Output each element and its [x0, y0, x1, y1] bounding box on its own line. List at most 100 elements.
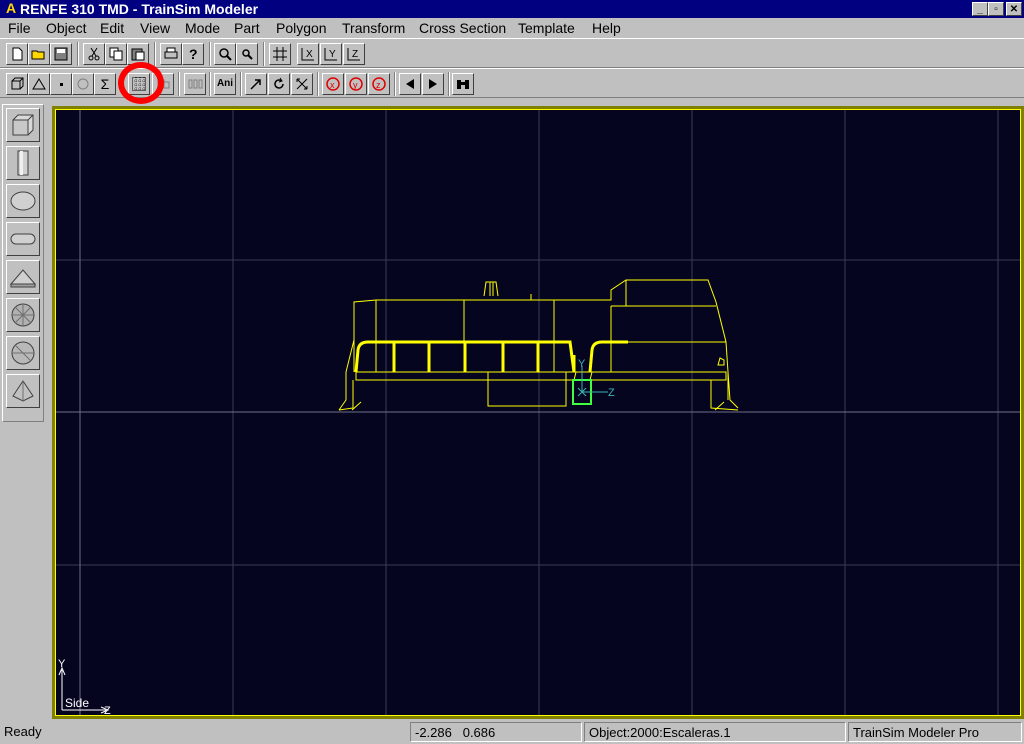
rotate-button[interactable] — [268, 73, 290, 95]
delete-y-icon: y — [349, 77, 363, 91]
binoculars-icon — [457, 80, 469, 89]
open-folder-icon — [31, 50, 45, 60]
scale-icon — [296, 78, 308, 90]
copy-button[interactable] — [105, 43, 127, 65]
wedge-primitive-icon — [9, 269, 37, 288]
hemisphere-primitive-button[interactable] — [6, 336, 40, 370]
menu-mode[interactable]: Mode — [185, 18, 220, 38]
box-primitive-button[interactable] — [6, 108, 40, 142]
toolbar-separator — [448, 72, 450, 96]
delete-x-button[interactable]: x — [322, 73, 344, 95]
save-button[interactable] — [50, 43, 72, 65]
viewport-canvas[interactable]: Y Z Y Z Side — [56, 110, 1020, 715]
svg-text:?: ? — [189, 46, 198, 62]
handrails — [354, 340, 628, 373]
y-axis-button[interactable]: Y — [320, 43, 342, 65]
gizmo-z-label: Z — [608, 387, 615, 399]
delete-y-button[interactable]: y — [345, 73, 367, 95]
zoom-in-button[interactable] — [214, 43, 236, 65]
cone-primitive-button[interactable] — [6, 374, 40, 408]
z-axis-button[interactable]: Z — [343, 43, 365, 65]
menu-help[interactable]: Help — [592, 18, 621, 38]
x-axis-icon: X — [301, 48, 314, 61]
menu-polygon[interactable]: Polygon — [276, 18, 327, 38]
group-button[interactable] — [152, 73, 174, 95]
mode-toolbar: Σ Ani x y z — [0, 68, 1024, 98]
copy-icon — [109, 47, 123, 61]
open-file-button[interactable] — [28, 43, 50, 65]
help-button[interactable]: ? — [182, 43, 204, 65]
menu-view[interactable]: View — [140, 18, 170, 38]
capsule-primitive-icon — [10, 233, 36, 245]
svg-text:Z: Z — [352, 49, 358, 60]
menu-file[interactable]: File — [8, 18, 31, 38]
select-polygon-button[interactable] — [28, 73, 50, 95]
paste-icon — [131, 48, 145, 61]
svg-text:X: X — [306, 49, 313, 60]
menu-object[interactable]: Object — [46, 18, 86, 38]
x-axis-button[interactable]: X — [297, 43, 319, 65]
paste-button[interactable] — [127, 43, 149, 65]
zoom-out-button[interactable] — [236, 43, 258, 65]
capsule-primitive-button[interactable] — [6, 222, 40, 256]
status-coordinates: -2.286 0.686 — [410, 722, 582, 742]
minimize-button[interactable]: _ — [972, 2, 988, 16]
new-file-button[interactable] — [6, 43, 28, 65]
svg-text:z: z — [376, 80, 381, 90]
animation-button[interactable]: Ani — [214, 73, 236, 95]
origin-axes — [56, 110, 1020, 715]
menu-edit[interactable]: Edit — [100, 18, 124, 38]
sigma-button[interactable]: Σ — [94, 73, 116, 95]
side-viewport[interactable]: Y Z Y Z Side — [55, 109, 1021, 716]
next-button[interactable] — [422, 73, 444, 95]
window-title: RENFE 310 TMD - TrainSim Modeler — [20, 1, 259, 17]
move-button[interactable] — [245, 73, 267, 95]
z-axis-icon: Z — [347, 48, 360, 61]
close-button[interactable]: ✕ — [1006, 2, 1022, 16]
vertex-dot-icon — [60, 83, 63, 86]
grid-button[interactable] — [269, 43, 291, 65]
cylinder-tall-primitive-button[interactable] — [6, 146, 40, 180]
select-vertex-button[interactable] — [50, 73, 72, 95]
svg-text:Y: Y — [329, 49, 336, 60]
box-select-button[interactable] — [128, 73, 150, 95]
svg-text:x: x — [330, 80, 335, 90]
zoom-in-icon — [219, 48, 232, 61]
scissors-icon — [88, 47, 100, 61]
select-object-button[interactable] — [6, 73, 28, 95]
toolbar-separator — [209, 72, 211, 96]
menu-template[interactable]: Template — [518, 18, 575, 38]
wedge-primitive-button[interactable] — [6, 260, 40, 294]
geosphere-primitive-button[interactable] — [6, 298, 40, 332]
hemisphere-primitive-icon — [11, 341, 35, 365]
menu-transform[interactable]: Transform — [342, 18, 405, 38]
find-button[interactable] — [452, 73, 474, 95]
scale-button[interactable] — [291, 73, 313, 95]
ellipse-primitive-icon — [10, 191, 36, 211]
toolbar-separator — [178, 72, 180, 96]
rotate-icon — [274, 77, 284, 89]
maximize-button[interactable]: ▫ — [988, 2, 1004, 16]
menu-bar: File Object Edit View Mode Part Polygon … — [0, 18, 1024, 38]
app-icon: A — [5, 0, 17, 16]
sphere-primitive-button[interactable] — [6, 184, 40, 218]
status-bar: Ready -2.286 0.686 Object:2000:Escaleras… — [0, 721, 1024, 744]
primitive-palette — [2, 104, 44, 422]
move-arrow-icon — [250, 79, 261, 90]
dotted-grid-icon — [132, 77, 146, 91]
previous-button[interactable] — [399, 73, 421, 95]
menu-cross-section[interactable]: Cross Section — [419, 18, 506, 38]
sigma-icon: Σ — [100, 76, 110, 92]
cut-button[interactable] — [83, 43, 105, 65]
menu-part[interactable]: Part — [234, 18, 260, 38]
svg-text:y: y — [353, 80, 358, 90]
box-primitive-icon — [12, 114, 34, 136]
circle-button[interactable] — [72, 73, 94, 95]
triangle-right-icon — [429, 79, 437, 89]
delete-z-button[interactable]: z — [368, 73, 390, 95]
y-axis-icon: Y — [324, 48, 337, 61]
frames-button[interactable] — [184, 73, 206, 95]
print-button[interactable] — [160, 43, 182, 65]
printer-icon — [164, 47, 178, 59]
triangle-left-icon — [406, 79, 414, 89]
